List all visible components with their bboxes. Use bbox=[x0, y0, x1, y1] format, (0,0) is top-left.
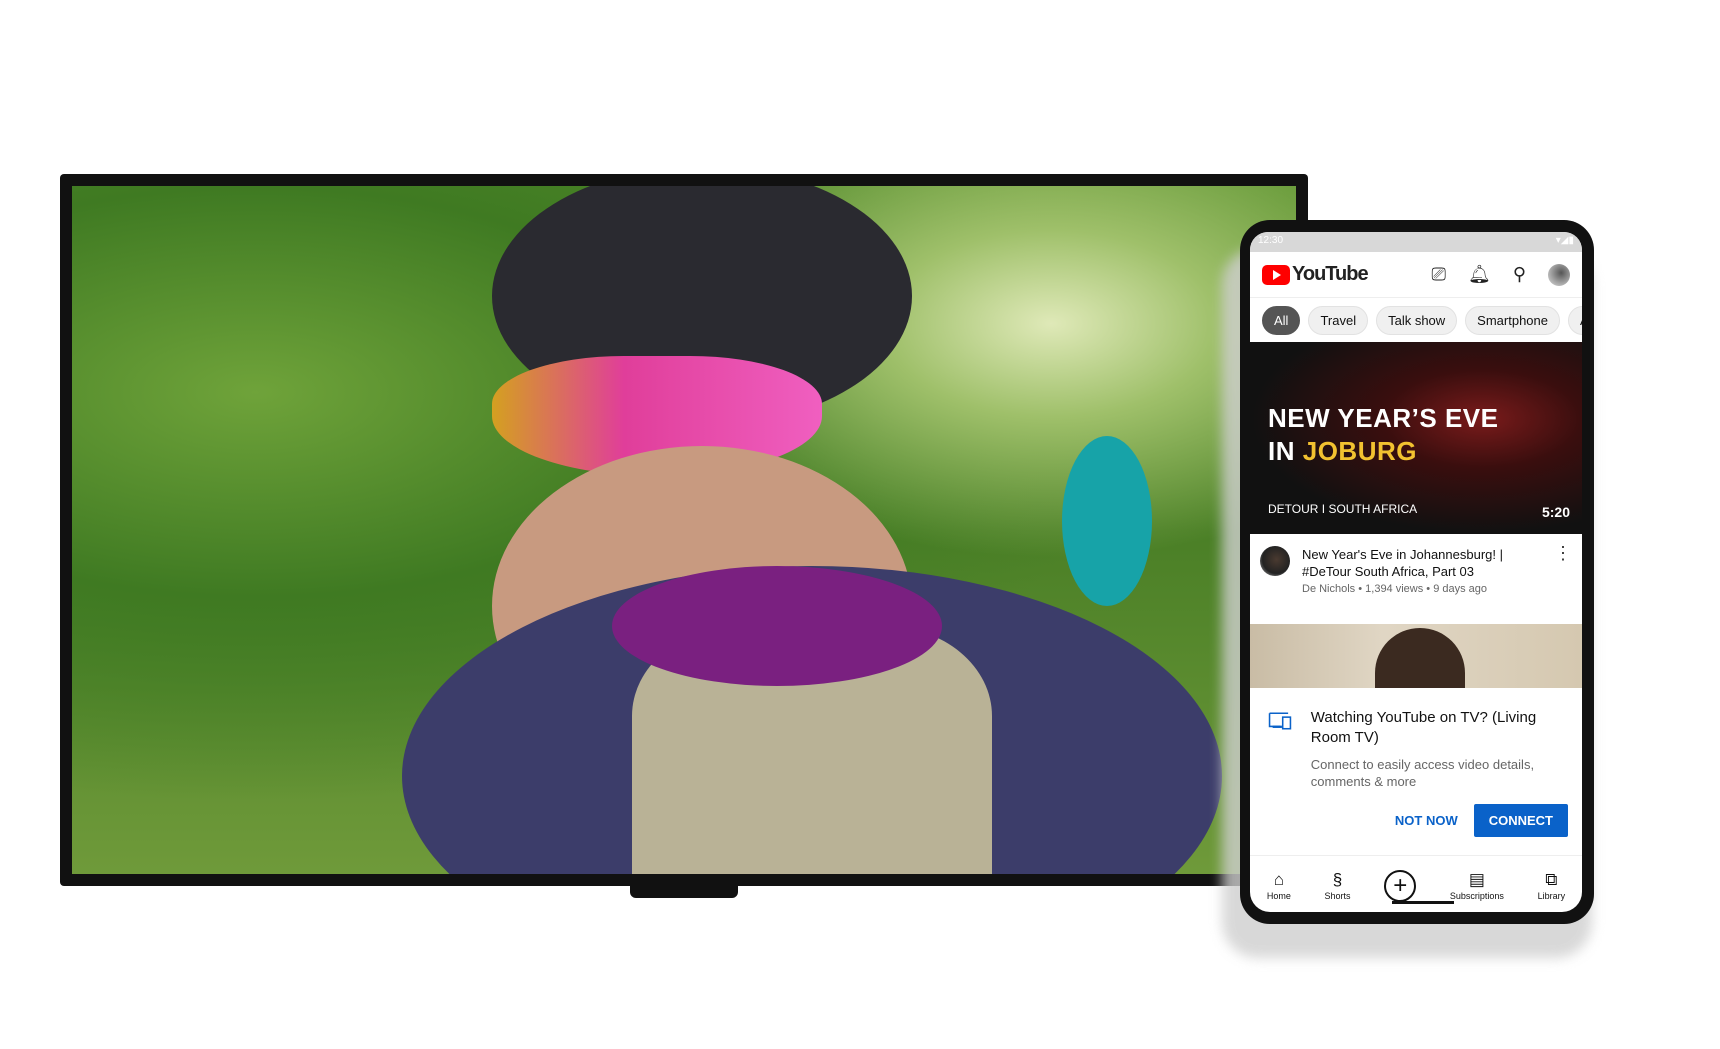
thumb-title-in: IN bbox=[1268, 436, 1303, 466]
nav-library[interactable]: ⧉ Library bbox=[1537, 870, 1566, 902]
more-vert-icon[interactable]: ⋮ bbox=[1554, 544, 1572, 612]
youtube-play-icon bbox=[1262, 264, 1290, 285]
status-bar: 12:30 ▾◢▮ bbox=[1250, 232, 1582, 252]
phone: 12:30 ▾◢▮ YouTube ⎚ 🔔︎ ⚲ All Travel Talk … bbox=[1240, 220, 1594, 924]
nav-shorts[interactable]: § Shorts bbox=[1324, 870, 1351, 902]
nav-library-label: Library bbox=[1537, 891, 1566, 901]
signal-icons: ▾◢▮ bbox=[1555, 235, 1574, 246]
tv-device-icon bbox=[1268, 712, 1292, 730]
library-icon: ⧉ bbox=[1545, 870, 1558, 889]
nav-subscriptions[interactable]: ▤ Subscriptions bbox=[1449, 870, 1504, 902]
tv-video-cyclist[interactable] bbox=[72, 186, 1296, 874]
dialog-body: Connect to easily access video details, … bbox=[1310, 757, 1535, 789]
video-thumbnail[interactable]: NEW YEAR’S EVE IN JOBURG DETOUR I SOUTH A… bbox=[1250, 342, 1582, 534]
not-now-button[interactable]: NOT NOW bbox=[1395, 813, 1458, 828]
category-chips: All Travel Talk show Smartphone Ar bbox=[1250, 298, 1582, 342]
search-icon[interactable]: ⚲ bbox=[1513, 264, 1526, 285]
connect-tv-dialog: Watching YouTube on TV? (Living Room TV)… bbox=[1250, 688, 1582, 856]
shorts-icon: § bbox=[1332, 870, 1343, 889]
connect-button[interactable]: CONNECT bbox=[1473, 804, 1568, 837]
video-title[interactable]: New Year's Eve in Johannesburg! | #DeTou… bbox=[1302, 546, 1542, 580]
bell-icon[interactable]: 🔔︎ bbox=[1468, 264, 1491, 285]
app-name: YouTube bbox=[1292, 263, 1369, 285]
nav-home-label: Home bbox=[1266, 891, 1291, 901]
video-duration: 5:20 bbox=[1541, 504, 1570, 520]
chip-travel[interactable]: Travel bbox=[1308, 305, 1369, 335]
dialog-title: Watching YouTube on TV? (Living Room TV) bbox=[1310, 709, 1537, 746]
tv-stand bbox=[630, 884, 738, 898]
chip-all[interactable]: All bbox=[1262, 305, 1301, 335]
cast-icon[interactable]: ⎚ bbox=[1432, 264, 1446, 285]
nav-home[interactable]: ⌂ Home bbox=[1266, 870, 1291, 902]
thumb-title-joburg: JOBURG bbox=[1302, 436, 1417, 466]
next-video-thumbnail[interactable] bbox=[1250, 624, 1582, 688]
create-plus-icon: + bbox=[1384, 870, 1417, 902]
nav-subscriptions-label: Subscriptions bbox=[1449, 891, 1504, 901]
app-header: YouTube ⎚ 🔔︎ ⚲ bbox=[1250, 252, 1582, 298]
gesture-bar[interactable] bbox=[1392, 901, 1454, 904]
channel-avatar[interactable] bbox=[1260, 546, 1290, 576]
youtube-app: 12:30 ▾◢▮ YouTube ⎚ 🔔︎ ⚲ All Travel Talk … bbox=[1250, 232, 1582, 912]
avatar[interactable] bbox=[1548, 263, 1570, 286]
thumb-title-line1: NEW YEAR’S EVE bbox=[1268, 403, 1499, 433]
chip-smartphone[interactable]: Smartphone bbox=[1465, 305, 1560, 335]
video-info: New Year's Eve in Johannesburg! | #DeTou… bbox=[1250, 534, 1582, 624]
thumb-brand: DETOUR I SOUTH AFRICA bbox=[1268, 502, 1418, 516]
chip-talk-show[interactable]: Talk show bbox=[1376, 305, 1458, 335]
nav-shorts-label: Shorts bbox=[1324, 891, 1351, 901]
subscriptions-icon: ▤ bbox=[1468, 870, 1485, 889]
nav-create[interactable]: + bbox=[1384, 870, 1417, 902]
video-meta: De Nichols • 1,394 views • 9 days ago bbox=[1302, 583, 1488, 595]
status-time: 12:30 bbox=[1258, 235, 1284, 246]
youtube-logo[interactable]: YouTube bbox=[1262, 263, 1369, 286]
tv bbox=[60, 174, 1308, 886]
chip-more[interactable]: Ar bbox=[1568, 305, 1582, 335]
home-icon: ⌂ bbox=[1273, 870, 1284, 889]
